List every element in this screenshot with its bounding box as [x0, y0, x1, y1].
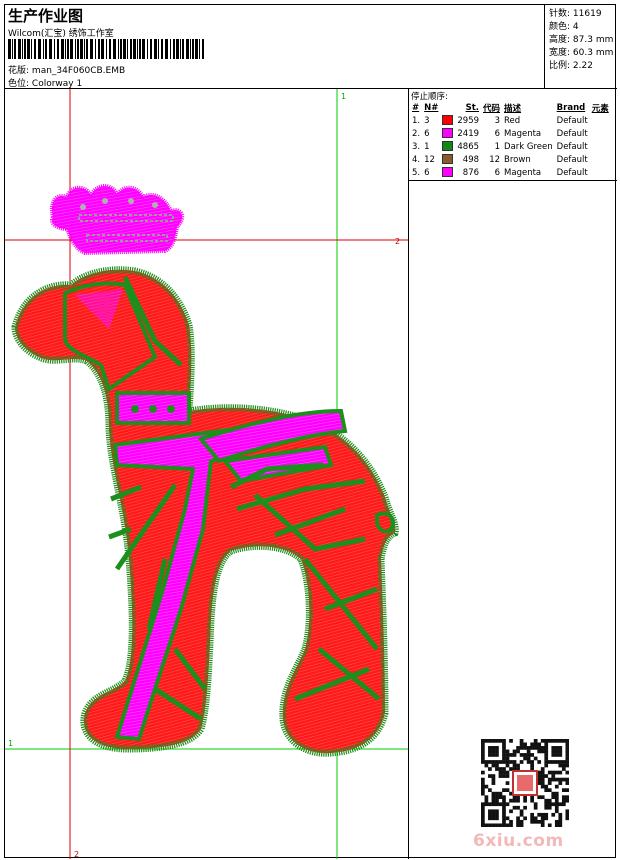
stat-scale: 比例: 2.22: [549, 61, 593, 71]
color-swatch: [440, 127, 455, 140]
guide-label-v1: 1: [341, 92, 346, 101]
color-swatch: [440, 140, 455, 153]
color-row-desc: Red: [504, 115, 521, 126]
color-row-num: 5.: [412, 167, 421, 178]
color-row-code: 1: [494, 141, 501, 152]
design-file-name: man_34F060CB.EMB: [31, 66, 126, 76]
color-swatch: [440, 114, 455, 127]
watermark-site: 6xiu.com: [473, 831, 564, 851]
color-row-n: 3: [424, 115, 430, 126]
company-name: Wilcom(汇宝) 绣饰工作室: [8, 29, 114, 39]
color-row-num: 2.: [412, 128, 421, 139]
color-row-brand: Default: [556, 141, 588, 152]
color-row: 3. 1 4865 1 Dark Green Default: [410, 140, 611, 153]
color-row: 1. 3 2959 3 Red Default: [410, 114, 611, 127]
color-row-code: 12: [489, 154, 501, 165]
color-row-n: 6: [424, 167, 430, 178]
stat-height: 高度: 87.3 mm: [549, 35, 614, 45]
qr-code: [481, 739, 569, 827]
color-row-elem: [590, 153, 611, 166]
color-row-desc: Dark Green: [504, 141, 553, 152]
color-row-brand: Default: [556, 128, 588, 139]
color-row-st: 2419: [457, 128, 480, 139]
color-swatch: [440, 166, 455, 179]
color-row-n: 12: [424, 154, 435, 165]
color-row-st: 2959: [457, 115, 480, 126]
stat-colors: 颜色: 4: [549, 22, 579, 32]
color-row-code: 6: [494, 128, 501, 139]
color-row-code: 6: [494, 167, 501, 178]
stat-stitches: 针数: 11619: [549, 9, 602, 19]
colorway: 色位: Colorway 1: [8, 79, 83, 89]
color-row-code: 3: [494, 115, 501, 126]
guide-label-v2: 2: [74, 850, 79, 859]
header-info: 生产作业图 Wilcom(汇宝) 绣饰工作室 花版: man_34F060CB.…: [5, 5, 545, 89]
color-row-brand: Default: [556, 167, 588, 178]
color-row-n: 6: [424, 128, 430, 139]
color-row-brand: Default: [556, 115, 588, 126]
color-row-brand: Default: [556, 154, 588, 165]
color-table: # N# St. 代码 描述 Brand 元素 1. 3 2959 3 Red Defau…: [410, 101, 611, 179]
color-table-header: # N# St. 代码 描述 Brand 元素: [412, 102, 609, 114]
crown-motif: [50, 184, 185, 256]
color-row-n: 1: [424, 141, 430, 152]
stats-panel: 针数: 11619 颜色: 4 高度: 87.3 mm 宽度: 60.3 mm …: [545, 5, 617, 89]
color-row-elem: [590, 140, 611, 153]
color-row-elem: [590, 127, 611, 140]
stop-sequence-legend: 停止顺序: # N# St. 代码 描述 Brand 元素 1. 3 2959 3 Re…: [409, 89, 617, 181]
color-row-st: 498: [462, 154, 480, 165]
color-row-num: 3.: [412, 141, 421, 152]
color-row-st: 876: [462, 167, 480, 178]
design-file: 花版: man_34F060CB.EMB: [8, 66, 126, 76]
color-row-desc: Brown: [504, 154, 531, 165]
color-row-elem: [590, 166, 611, 179]
colorway-name: Colorway 1: [31, 79, 83, 89]
color-row-num: 4.: [412, 154, 421, 165]
color-row: 5. 6 876 6 Magenta Default: [410, 166, 611, 179]
color-row: 2. 6 2419 6 Magenta Default: [410, 127, 611, 140]
embroidery-design: 1 2 1 2: [5, 89, 408, 859]
design-preview: 1 2 1 2: [5, 89, 409, 859]
production-sheet: 生产作业图 Wilcom(汇宝) 绣饰工作室 花版: man_34F060CB.…: [4, 4, 617, 859]
color-swatch: [440, 153, 455, 166]
color-row-num: 1.: [412, 115, 421, 126]
guide-label-h2: 2: [395, 237, 400, 246]
color-row-desc: Magenta: [504, 128, 542, 139]
color-row-elem: [590, 114, 611, 127]
dog-motif: [11, 266, 399, 757]
guide-label-h1: 1: [8, 739, 13, 748]
stat-width: 宽度: 60.3 mm: [549, 48, 614, 58]
sheet-title: 生产作业图: [8, 7, 84, 25]
color-row-desc: Magenta: [504, 167, 542, 178]
color-row-st: 4865: [457, 141, 480, 152]
barcode: [8, 39, 204, 59]
color-row: 4. 12 498 12 Brown Default: [410, 153, 611, 166]
